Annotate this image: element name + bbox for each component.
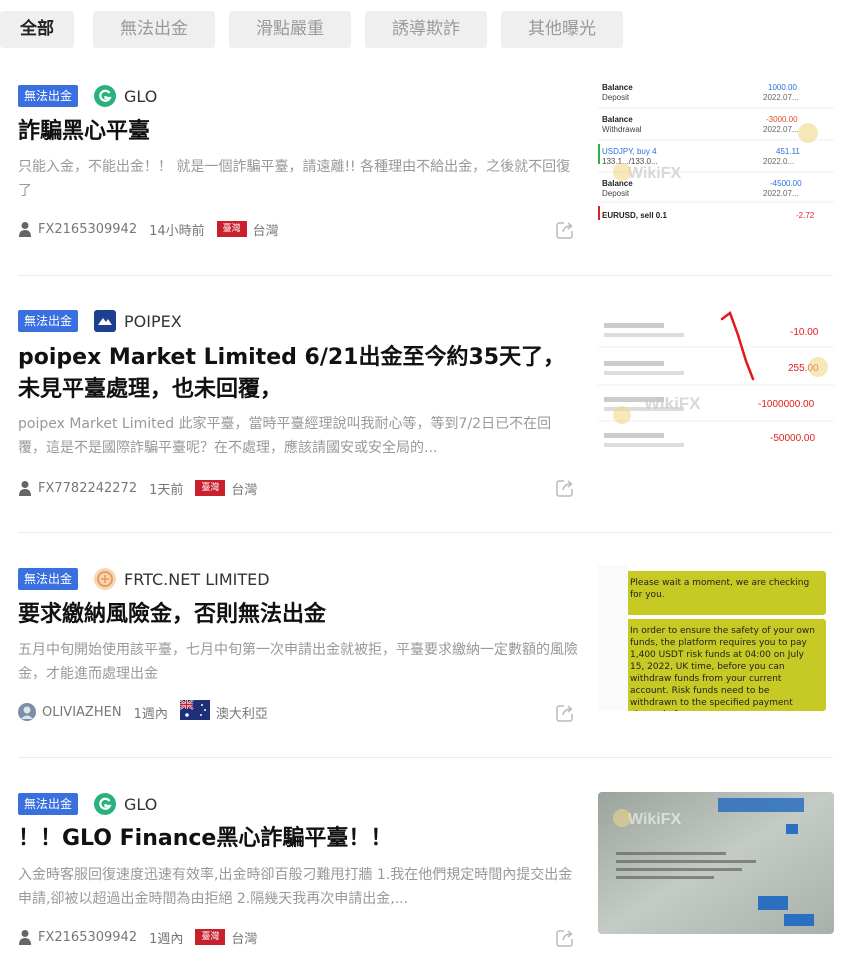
region-label: 台灣 — [252, 223, 279, 239]
svg-text:2022.07...: 2022.07... — [763, 189, 799, 198]
taiwan-flag-icon: 臺灣 — [195, 480, 226, 496]
taiwan-flag-icon: 臺灣 — [195, 929, 226, 945]
category-badge: 無法出金 — [18, 310, 79, 332]
svg-text:USDJPY, buy 4: USDJPY, buy 4 — [602, 147, 657, 156]
broker-name[interactable]: GLO — [124, 795, 157, 814]
svg-text:-3000.00: -3000.00 — [766, 115, 798, 124]
region-label: 台灣 — [231, 482, 258, 498]
category-badge: 無法出金 — [18, 85, 79, 107]
post-thumbnail[interactable]: WikiFX — [598, 792, 834, 934]
user-icon — [18, 929, 32, 945]
category-badge: 無法出金 — [18, 568, 79, 590]
post-title[interactable]: ！！GLO Finance黑心詐騙平臺！！ — [18, 823, 578, 855]
share-icon[interactable] — [555, 220, 575, 240]
avatar — [18, 703, 36, 721]
post-description: 只能入金，不能出金！！ 就是一個詐騙平臺，請遠離!! 各種理由不給出金，之後就不… — [18, 159, 571, 199]
svg-text:Balance: Balance — [602, 83, 633, 92]
svg-text:-1000000.00: -1000000.00 — [758, 399, 815, 410]
post-description: 五月中旬開始使用該平臺，七月中旬第一次申請出金就被拒，平臺要求繳納一定數額的風險… — [18, 642, 578, 682]
chat-bubble: Please wait a moment, we are checking fo… — [620, 571, 826, 615]
category-tabs: 全部 無法出金 滑點嚴重 誘導欺詐 其他曝光 — [0, 11, 845, 48]
post-title[interactable]: 要求繳納風險金，否則無法出金 — [18, 599, 578, 631]
svg-text:WikiFX: WikiFX — [628, 165, 682, 182]
svg-text:-2.72: -2.72 — [796, 211, 815, 220]
svg-text:451.11: 451.11 — [776, 147, 800, 156]
post-time: 14小時前 — [149, 223, 205, 239]
svg-text:2022.07...: 2022.07... — [763, 125, 799, 134]
post-description: 入金時客服回復速度迅速有效率,出金時卻百般刁難甩打牆 1.我在他們規定時間內提交… — [18, 867, 573, 907]
svg-text:-50000.00: -50000.00 — [770, 433, 815, 444]
svg-text:-10.00: -10.00 — [790, 327, 819, 338]
post-time: 1週內 — [133, 706, 168, 722]
post-description: poipex Market Limited 此家平臺，當時平臺經理說叫我耐心等，… — [18, 416, 552, 456]
glo-logo-icon[interactable] — [94, 85, 117, 107]
post-thumbnail[interactable]: Please wait a moment, we are checking fo… — [598, 565, 834, 711]
broker-name[interactable]: FRTC.NET LIMITED — [124, 570, 270, 589]
poipex-logo-icon[interactable] — [94, 310, 117, 332]
chat-bubble: In order to ensure the safety of your ow… — [620, 619, 826, 711]
category-badge: 無法出金 — [18, 793, 79, 815]
svg-text:2022.0...: 2022.0... — [763, 157, 794, 166]
username[interactable]: FX2165309942 — [38, 930, 137, 945]
svg-text:EURUSD, sell 0.1: EURUSD, sell 0.1 — [602, 211, 667, 220]
tab-unable-withdraw[interactable]: 無法出金 — [93, 11, 215, 48]
username[interactable]: OLIVIAZHEN — [42, 705, 122, 720]
region-label: 台灣 — [231, 931, 258, 947]
tab-all[interactable]: 全部 — [0, 11, 74, 48]
svg-text:Balance: Balance — [602, 115, 633, 124]
broker-name[interactable]: GLO — [124, 87, 157, 106]
post-title[interactable]: poipex Market Limited 6/21出金至今約35天了，未見平臺… — [18, 342, 578, 406]
post-time: 1天前 — [149, 482, 184, 498]
post-time: 1週內 — [149, 931, 184, 947]
username[interactable]: FX7782242272 — [38, 481, 137, 496]
share-icon[interactable] — [555, 928, 575, 948]
svg-text:2022.07...: 2022.07... — [763, 93, 799, 102]
frtc-logo-icon[interactable] — [94, 568, 117, 590]
svg-text:Deposit: Deposit — [602, 93, 630, 102]
svg-text:WikiFX: WikiFX — [644, 394, 701, 413]
glo-logo-icon[interactable] — [94, 793, 117, 815]
broker-name[interactable]: POIPEX — [124, 312, 182, 331]
share-icon[interactable] — [555, 478, 575, 498]
post-thumbnail[interactable]: -10.00 255.00 -1000000.00 -50000.00 Wiki… — [598, 305, 834, 460]
share-icon[interactable] — [555, 703, 575, 723]
post-thumbnail[interactable]: Balance Deposit 1000.00 2022.07... Balan… — [598, 78, 834, 228]
user-icon — [18, 221, 32, 237]
taiwan-flag-icon: 臺灣 — [216, 221, 247, 237]
australia-flag-icon — [179, 699, 210, 724]
svg-text:-4500.00: -4500.00 — [770, 179, 802, 188]
tab-other-exposure[interactable]: 其他曝光 — [501, 11, 623, 48]
username[interactable]: FX2165309942 — [38, 222, 137, 237]
svg-text:WikiFX: WikiFX — [628, 811, 682, 828]
tab-induced-fraud[interactable]: 誘導欺詐 — [365, 11, 487, 48]
svg-text:Withdrawal: Withdrawal — [602, 125, 642, 134]
post-title[interactable]: 詐騙黑心平臺 — [18, 116, 578, 148]
svg-text:1000.00: 1000.00 — [768, 83, 797, 92]
region-label: 澳大利亞 — [215, 706, 268, 722]
user-icon — [18, 480, 32, 496]
tab-severe-slippage[interactable]: 滑點嚴重 — [229, 11, 351, 48]
svg-text:Deposit: Deposit — [602, 189, 630, 198]
